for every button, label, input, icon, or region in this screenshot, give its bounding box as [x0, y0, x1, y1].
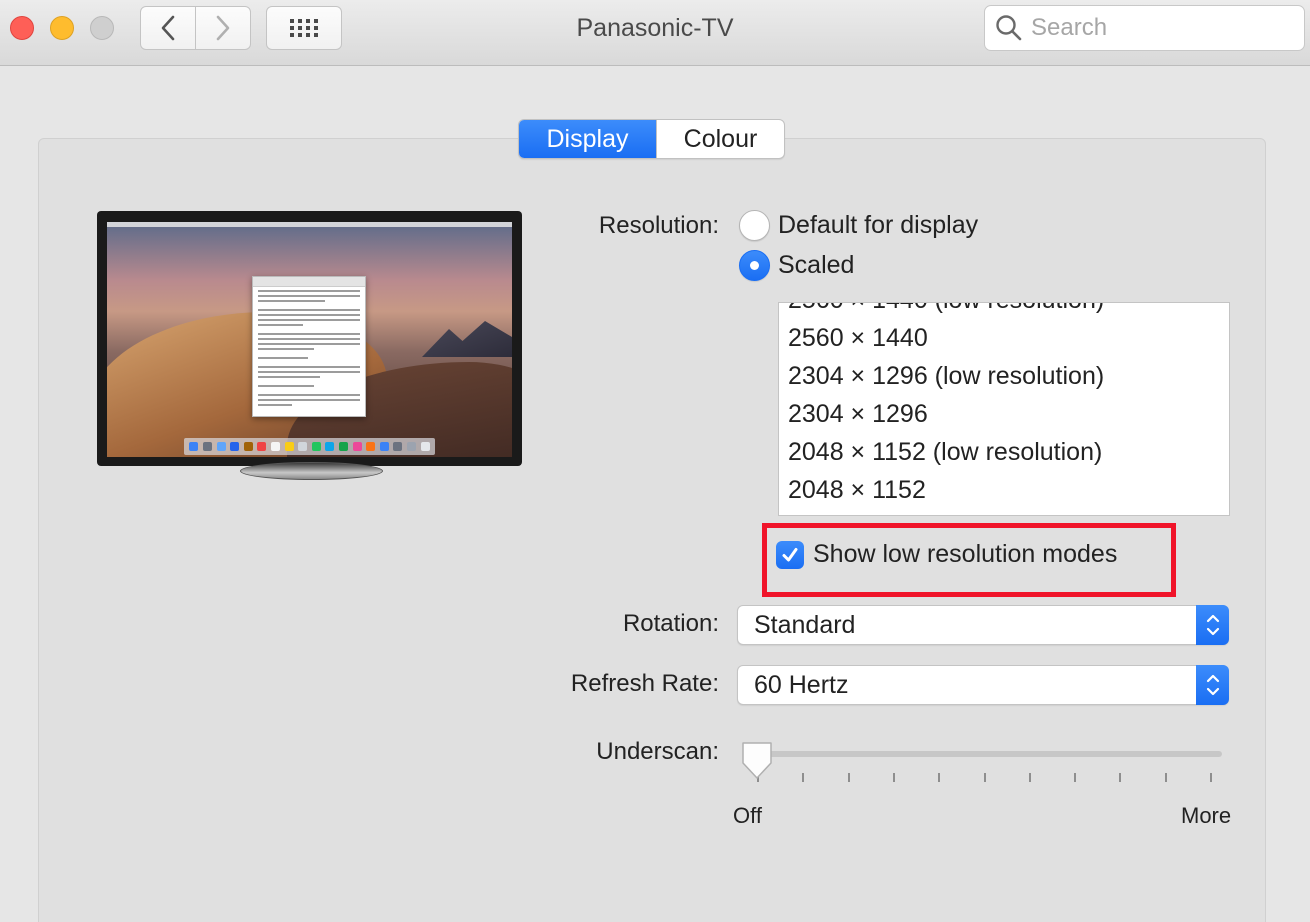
search-icon — [996, 15, 1022, 41]
radio-button[interactable] — [739, 210, 770, 241]
tab-bar: Display Colour — [518, 119, 785, 159]
updown-arrows-icon — [1196, 605, 1229, 645]
slider-tick — [892, 773, 895, 782]
slider-tick — [847, 773, 850, 782]
monitor-stand — [240, 462, 383, 480]
radio-scaled[interactable]: Scaled — [739, 250, 854, 281]
refresh-rate-select[interactable]: 60 Hertz — [737, 665, 1229, 705]
refresh-rate-value: 60 Hertz — [754, 671, 849, 699]
radio-label: Scaled — [778, 251, 855, 279]
slider-tick — [1210, 773, 1212, 782]
radio-label: Default for display — [778, 211, 979, 239]
resolution-label: Resolution: — [598, 212, 719, 239]
list-item[interactable]: 2304 × 1296 — [788, 395, 1104, 433]
show-low-resolution-checkbox-row[interactable]: Show low resolution modes — [776, 540, 1117, 569]
slider-tick — [1119, 773, 1122, 782]
checkbox-label: Show low resolution modes — [813, 540, 1118, 568]
list-item[interactable]: 2048 × 1152 — [788, 471, 1104, 509]
title-bar: Panasonic-TV — [0, 0, 1310, 66]
slider-tick — [802, 773, 805, 782]
list-item[interactable]: 2560 × 1440 — [788, 319, 1104, 357]
list-item[interactable]: 2560 × 1440 (low resolution) — [788, 303, 1104, 319]
underscan-slider-track[interactable] — [744, 751, 1222, 757]
slider-tick — [1164, 773, 1167, 782]
rotation-value: Standard — [754, 611, 856, 639]
checkmark-icon — [782, 547, 798, 561]
underscan-label: Underscan: — [596, 738, 719, 765]
updown-arrows-icon — [1196, 665, 1229, 705]
show-low-resolution-checkbox[interactable] — [776, 540, 804, 569]
slider-min-label: Off — [733, 803, 762, 828]
tab-display[interactable]: Display — [519, 120, 656, 158]
slider-max-label: More — [1181, 803, 1232, 828]
refresh-rate-label: Refresh Rate: — [570, 670, 719, 697]
rotation-select[interactable]: Standard — [737, 605, 1229, 645]
underscan-slider-thumb[interactable] — [740, 741, 774, 781]
radio-default-for-display[interactable]: Default for display — [739, 210, 978, 241]
slider-tick — [983, 773, 986, 782]
slider-tick — [938, 773, 941, 782]
rotation-label: Rotation: — [622, 610, 719, 637]
slider-tick — [1028, 773, 1031, 782]
slider-tick — [1074, 773, 1077, 782]
radio-button[interactable] — [739, 250, 770, 281]
list-item[interactable]: 2048 × 1152 (low resolution) — [788, 433, 1104, 471]
list-item[interactable]: 2304 × 1296 (low resolution) — [788, 357, 1104, 395]
tab-colour[interactable]: Colour — [656, 120, 784, 158]
search-input[interactable] — [1031, 14, 1291, 42]
desktop-preview-image — [107, 222, 512, 457]
resolution-list[interactable]: 2560 × 1440 (low resolution) 2560 × 1440… — [778, 302, 1230, 516]
display-preview — [97, 211, 522, 466]
search-field[interactable] — [984, 5, 1305, 51]
